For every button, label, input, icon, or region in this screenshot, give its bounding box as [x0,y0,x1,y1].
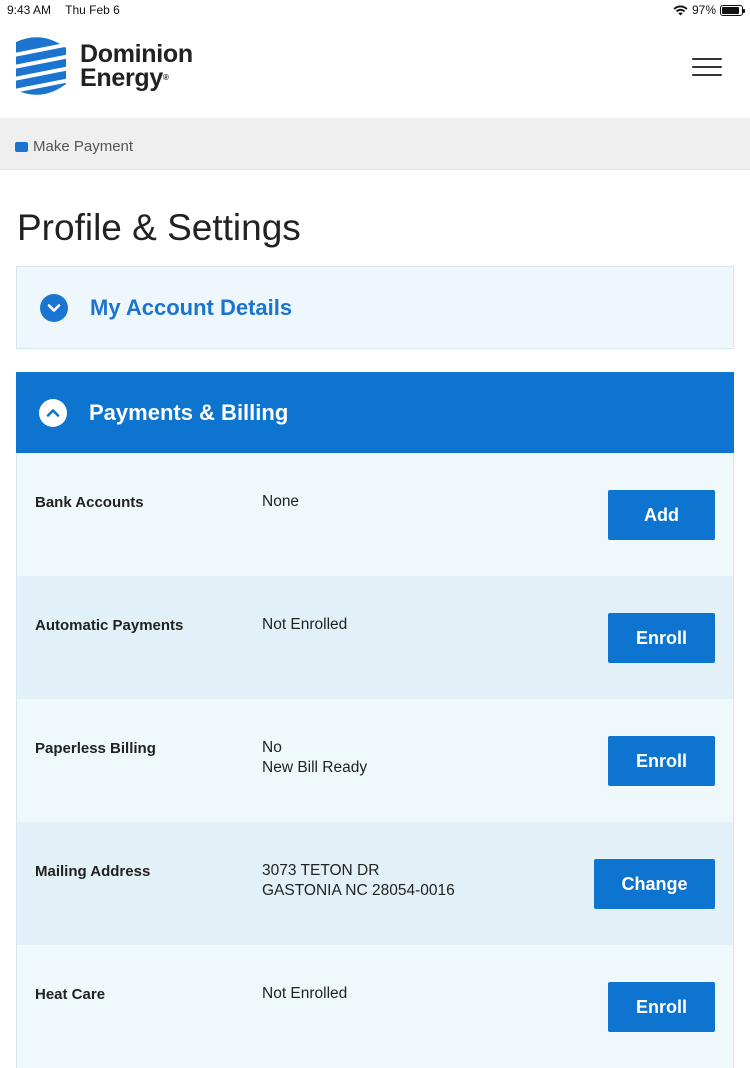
wallet-icon [15,141,28,152]
dominion-energy-logo[interactable]: Dominion Energy® [14,34,193,98]
battery-percent: 97% [691,3,716,17]
enroll-automatic-payments-button[interactable]: Enroll [608,613,715,663]
payments-billing-rows: Bank Accounts None Add Automatic Payment… [16,453,734,1068]
brand-line-2: Energy [80,64,163,92]
row-value-line-1: Not Enrolled [262,616,348,633]
breadcrumb-make-payment[interactable]: Make Payment [15,138,133,155]
status-date: Thu Feb 6 [65,3,120,17]
row-label: Bank Accounts [35,494,144,511]
row-heat-care: Heat Care Not Enrolled Enroll [16,945,734,1068]
row-label: Paperless Billing [35,740,156,757]
row-value: Not Enrolled [262,616,347,637]
row-value: No New Bill Ready [262,739,368,780]
brand-name: Dominion Energy® [80,40,193,92]
change-mailing-address-button[interactable]: Change [594,859,715,909]
row-value: Not Enrolled [262,985,347,1006]
page-title: Profile & Settings [17,207,301,248]
row-mailing-address: Mailing Address 3073 TETON DR GASTONIA N… [16,822,734,945]
chevron-down-icon [40,293,68,322]
registered-mark: ® [162,73,169,82]
hamburger-menu-icon[interactable] [692,58,722,78]
breadcrumb-bar: Make Payment [0,118,750,170]
row-value-line-1: Not Enrolled [262,985,348,1002]
accordion-title: Payments & Billing [89,399,289,425]
status-bar: 9:43 AM Thu Feb 6 97% [0,0,750,20]
row-value-line-2: GASTONIA NC 28054-0016 [262,882,455,899]
enroll-heat-care-button[interactable]: Enroll [608,982,715,1032]
add-bank-account-button[interactable]: Add [608,490,715,540]
accordion-my-account-details: My Account Details [16,266,734,349]
row-label: Automatic Payments [35,617,184,634]
row-label: Heat Care [35,986,106,1003]
accordion-title: My Account Details [90,294,293,320]
row-automatic-payments: Automatic Payments Not Enrolled Enroll [16,576,734,699]
row-value-line-1: None [262,493,300,510]
site-header: Dominion Energy® [0,20,750,118]
row-value: 3073 TETON DR GASTONIA NC 28054-0016 [262,862,455,903]
row-label: Mailing Address [35,863,151,880]
wifi-icon [673,5,688,15]
row-paperless-billing: Paperless Billing No New Bill Ready Enro… [16,699,734,822]
chevron-up-icon [39,398,67,427]
row-bank-accounts: Bank Accounts None Add [16,453,734,576]
row-value: None [262,493,299,514]
accordion-header-payments-billing[interactable]: Payments & Billing [16,372,734,453]
accordion-payments-billing: Payments & Billing [16,372,734,453]
dominion-logo-mark-icon [14,37,68,95]
enroll-paperless-billing-button[interactable]: Enroll [608,736,715,786]
accordion-header-account-details[interactable]: My Account Details [17,267,733,348]
breadcrumb-label: Make Payment [33,138,134,155]
battery-icon [720,4,745,16]
row-value-line-2: New Bill Ready [262,759,368,776]
status-time: 9:43 AM [7,3,52,17]
brand-line-1: Dominion [80,40,193,68]
